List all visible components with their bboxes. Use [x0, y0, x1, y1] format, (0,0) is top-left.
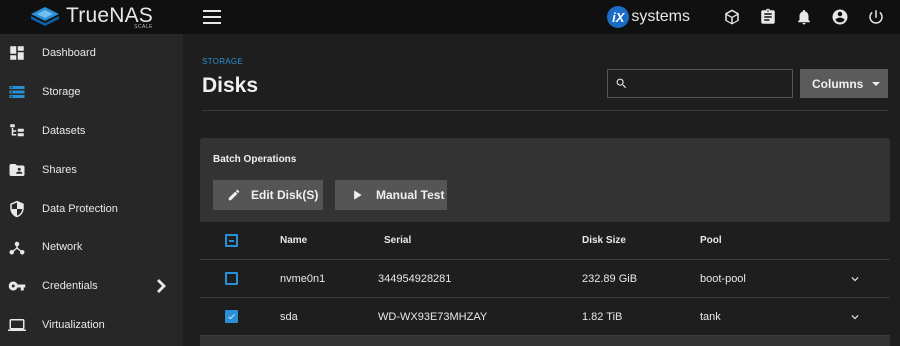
search-input[interactable] [634, 74, 784, 94]
column-header-serial[interactable]: Serial [384, 222, 411, 259]
column-header-disk-size[interactable]: Disk Size [582, 222, 626, 259]
disks-card: Batch Operations Edit Disk(S) Manual Tes… [200, 138, 890, 346]
sidebar-item-datasets[interactable]: Datasets [0, 112, 183, 151]
disk-serial: 344954928281 [378, 272, 452, 285]
truenas-logo[interactable]: TrueNAS SCALE [0, 0, 183, 34]
sidebar-item-label: Shares [42, 163, 77, 176]
sidebar-item-label: Datasets [42, 124, 86, 137]
shield-icon [8, 200, 26, 218]
search-icon [615, 77, 628, 90]
clipboard-icon[interactable] [750, 0, 786, 34]
page-title: Disks [202, 74, 259, 97]
pencil-icon [228, 189, 240, 201]
chevron-down-icon[interactable] [848, 260, 862, 297]
columns-button[interactable]: Columns [800, 69, 888, 98]
shares-icon [8, 161, 26, 179]
bell-icon[interactable] [786, 0, 822, 34]
breadcrumb[interactable]: STORAGE [202, 57, 243, 66]
truecommand-icon[interactable] [714, 0, 750, 34]
storage-icon [8, 83, 26, 101]
sidebar-item-storage[interactable]: Storage [0, 73, 183, 112]
search-box[interactable] [607, 69, 793, 98]
sidebar-item-label: Virtualization [42, 318, 105, 331]
caret-down-icon [872, 81, 881, 86]
sidebar-item-label: Dashboard [42, 47, 96, 60]
truenas-logo-icon [31, 7, 59, 26]
select-all-checkbox[interactable] [225, 234, 238, 247]
columns-button-label: Columns [812, 76, 864, 91]
table-row[interactable]: sda WD-WX93E73MHZAY 1.82 TiB tank [200, 298, 890, 336]
header-divider [202, 110, 888, 111]
disk-size: 1.82 TiB [582, 310, 623, 323]
disk-name: nvme0n1 [280, 272, 326, 285]
batch-operations-title: Batch Operations [213, 154, 297, 165]
table-row[interactable]: nvme0n1 344954928281 232.89 GiB boot-poo… [200, 260, 890, 298]
power-icon[interactable] [858, 0, 894, 34]
manual-test-button[interactable]: Manual Test [335, 180, 447, 210]
chevron-down-icon[interactable] [848, 298, 862, 335]
sidebar-item-shares[interactable]: Shares [0, 150, 183, 189]
sidebar-item-network[interactable]: Network [0, 228, 183, 267]
ixsystems-logo[interactable]: iX systems [607, 6, 690, 28]
play-icon [354, 190, 362, 200]
sidebar-item-label: Data Protection [42, 202, 118, 215]
table-header-row: Name Serial Disk Size Pool [200, 222, 890, 260]
key-icon [8, 277, 26, 295]
disk-serial: WD-WX93E73MHZAY [378, 310, 488, 323]
sidebar-item-label: Network [42, 241, 83, 254]
account-icon[interactable] [822, 0, 858, 34]
sidebar-item-dashboard[interactable]: Dashboard [0, 34, 183, 73]
sidebar-item-data-protection[interactable]: Data Protection [0, 189, 183, 228]
row-checkbox[interactable] [225, 310, 238, 323]
dashboard-icon [8, 44, 26, 62]
brand-name: TrueNAS [66, 3, 153, 27]
ix-wordmark: systems [631, 8, 690, 25]
manual-test-label: Manual Test [376, 188, 445, 202]
ix-mark: iX [607, 6, 630, 28]
column-header-name[interactable]: Name [280, 222, 307, 259]
sidebar-item-credentials[interactable]: Credentials [0, 267, 183, 306]
datasets-icon [8, 122, 26, 140]
menu-icon[interactable] [203, 10, 221, 24]
chevron-right-icon [157, 279, 167, 294]
sidebar: Dashboard Storage Datasets Shares Data P… [0, 34, 183, 346]
edit-disks-button[interactable]: Edit Disk(S) [213, 180, 323, 210]
disks-table: Name Serial Disk Size Pool nvme0n1 34495… [200, 222, 890, 336]
laptop-icon [8, 316, 26, 334]
sidebar-item-label: Credentials [42, 280, 98, 293]
disk-name: sda [280, 310, 298, 323]
top-toolbar: TrueNAS SCALE iX systems [0, 0, 900, 34]
sidebar-item-virtualization[interactable]: Virtualization [0, 306, 183, 345]
disk-size: 232.89 GiB [582, 272, 638, 285]
row-checkbox[interactable] [225, 272, 238, 285]
main-content: STORAGE Disks Columns Batch Operations E… [183, 34, 900, 346]
edit-disks-label: Edit Disk(S) [251, 188, 319, 202]
brand-edition: SCALE [134, 23, 153, 30]
column-header-pool[interactable]: Pool [700, 222, 722, 259]
disk-pool: boot-pool [700, 272, 746, 285]
sidebar-item-label: Storage [42, 86, 81, 99]
network-icon [8, 238, 26, 256]
disk-pool: tank [700, 310, 721, 323]
